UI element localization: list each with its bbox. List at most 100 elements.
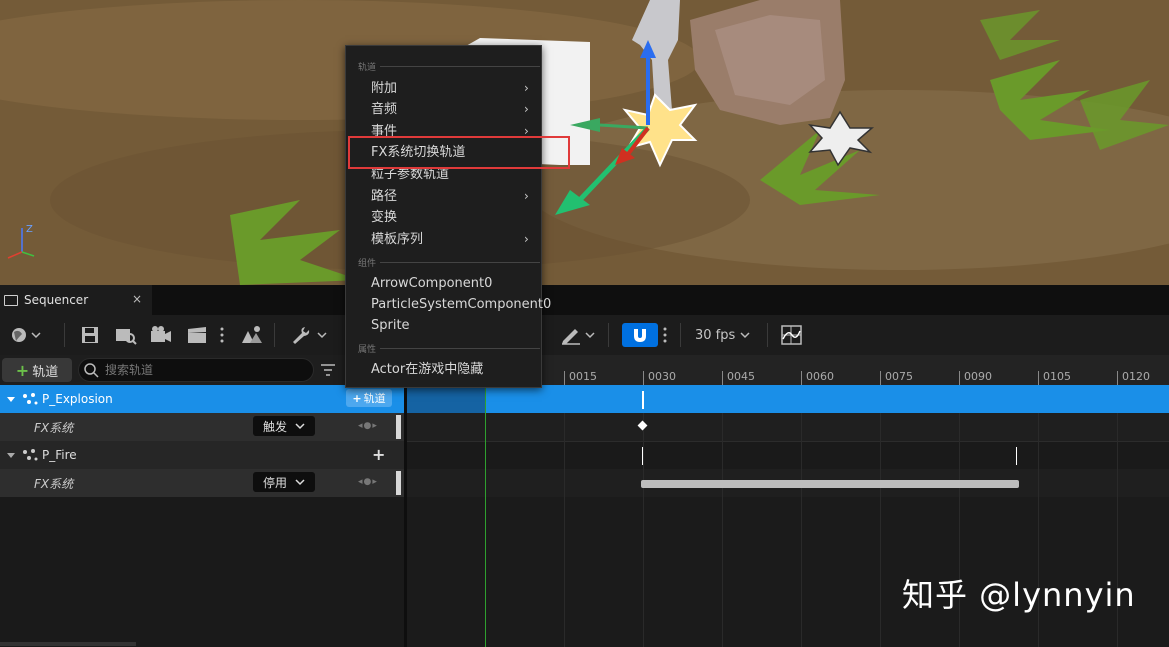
ruler-tick: 0120	[1117, 371, 1150, 385]
fps-dropdown[interactable]: 30 fps	[695, 323, 755, 347]
plus-icon: +	[352, 391, 362, 405]
menu-section-header: 属性	[358, 342, 540, 355]
camera-icon	[151, 326, 171, 342]
playback-start-marker[interactable]	[485, 385, 486, 647]
track-name: P_Fire	[42, 448, 77, 462]
key-edit-button[interactable]	[560, 323, 598, 347]
fx-track-lane[interactable]	[407, 413, 1169, 441]
snap-toggle-button[interactable]	[622, 323, 658, 347]
track-color-bar	[396, 471, 401, 495]
menu-item-event[interactable]: 事件	[371, 122, 397, 136]
sequencer-toolbar: 30 fps	[0, 315, 1169, 355]
track-color-bar	[396, 415, 401, 439]
snap-options-button[interactable]	[662, 323, 668, 347]
add-track-label: 轨道	[32, 364, 59, 380]
axis-z-label: Z	[26, 224, 33, 235]
menu-item-arrow-component[interactable]: ArrowComponent0	[371, 274, 492, 294]
plus-icon: +	[15, 360, 30, 380]
chevron-right-icon: ›	[524, 81, 529, 95]
pre-roll-region	[407, 385, 485, 413]
chevron-right-icon: ›	[524, 102, 529, 116]
sequencer-tab-title: Sequencer	[24, 293, 89, 307]
menu-item-attach[interactable]: 附加	[371, 79, 397, 99]
menu-item-audio[interactable]: 音频	[371, 100, 397, 120]
state-dropdown[interactable]: 停用	[253, 472, 315, 492]
wrench-icon	[293, 327, 327, 344]
track-name: P_Explosion	[42, 392, 113, 406]
ruler-tick: 0105	[1038, 371, 1071, 385]
collapse-arrow-icon[interactable]	[4, 448, 18, 462]
menu-item-path[interactable]: 路径	[371, 187, 397, 207]
menu-item-actor-hidden-in-game[interactable]: Actor在游戏中隐藏	[371, 360, 483, 380]
save-button[interactable]	[80, 323, 100, 347]
trigger-dropdown[interactable]: 触发	[253, 416, 315, 436]
add-track-context-menu: 轨道 附加 › 音频 › 事件 › FX系统切换轨道 粒子参数轨道 路径 › 变…	[345, 45, 570, 388]
ruler-tick: 0090	[959, 371, 992, 385]
scene-render: Z	[0, 0, 1169, 285]
section-marker	[1016, 447, 1017, 465]
menu-section-header: 轨道	[358, 60, 540, 73]
add-subtrack-button[interactable]: + 轨道	[346, 389, 392, 407]
close-icon[interactable]: ×	[132, 292, 142, 306]
track-search-box[interactable]	[78, 358, 314, 382]
chevron-down-icon	[295, 479, 305, 486]
track-name: FX系统	[34, 476, 74, 491]
chevron-down-icon	[295, 423, 305, 430]
camera-button[interactable]	[150, 323, 172, 347]
particle-system-icon	[23, 393, 38, 405]
add-subtrack-label: 轨道	[363, 392, 386, 405]
level-viewport[interactable]: Z	[0, 0, 1169, 285]
menu-item-particle-parameter-track[interactable]: 粒子参数轨道	[371, 169, 449, 181]
menu-item-particle-system-component[interactable]: ParticleSystemComponent0	[371, 295, 551, 315]
ruler-tick: 0015	[564, 371, 597, 385]
outliner-header: + 轨道	[0, 355, 404, 385]
key-navigation-icon[interactable]: ◂●▸	[358, 477, 378, 487]
search-icon	[84, 363, 99, 378]
selected-track-lane[interactable]	[485, 385, 1169, 413]
filter-button[interactable]	[320, 362, 336, 382]
menu-item-transform[interactable]: 变换	[371, 208, 397, 228]
menu-item-sprite[interactable]: Sprite	[371, 316, 410, 336]
tools-button[interactable]	[290, 323, 330, 347]
save-icon	[82, 327, 98, 343]
key-navigation-icon[interactable]: ◂●▸	[358, 421, 378, 431]
chevron-down-icon	[740, 332, 750, 339]
track-row-p-explosion[interactable]: P_Explosion + 轨道	[0, 385, 404, 413]
watermark: 知乎 @lynnyin	[902, 576, 1136, 614]
sequencer-tab[interactable]: Sequencer ×	[0, 285, 152, 315]
world-menu-button[interactable]	[10, 323, 42, 347]
track-row-fx-system[interactable]: FX系统 触发 ◂●▸	[0, 413, 404, 441]
menu-item-template-sequence[interactable]: 模板序列	[371, 230, 423, 250]
curve-editor-button[interactable]	[781, 323, 803, 347]
ruler-tick: 0075	[880, 371, 913, 385]
render-movie-button[interactable]	[186, 323, 208, 347]
menu-section-header: 组件	[358, 256, 540, 269]
track-row-p-fire[interactable]: P_Fire +	[0, 441, 404, 469]
ruler-tick: 0060	[801, 371, 834, 385]
more-vertical-icon	[220, 327, 224, 343]
plus-icon[interactable]: +	[372, 445, 385, 464]
dropdown-value: 停用	[263, 475, 288, 490]
track-row-fx-system[interactable]: FX系统 停用 ◂●▸	[0, 469, 404, 497]
track-name: FX系统	[34, 420, 74, 435]
pencil-icon	[562, 329, 595, 345]
sequencer-tab-bar: Sequencer ×	[0, 285, 1169, 315]
ruler-tick: 0045	[722, 371, 755, 385]
fire-track-lane[interactable]	[407, 441, 1169, 470]
fx-section-bar[interactable]	[641, 480, 1019, 488]
find-in-browser-button[interactable]	[115, 323, 137, 347]
add-track-button[interactable]: + 轨道	[2, 358, 72, 382]
folder-search-icon	[116, 329, 137, 345]
horizontal-scrollbar[interactable]	[0, 642, 136, 646]
collapse-arrow-icon[interactable]	[4, 392, 18, 406]
clapperboard-icon	[4, 294, 18, 306]
clapperboard-icon	[188, 327, 206, 343]
search-input[interactable]	[103, 362, 307, 378]
chevron-right-icon: ›	[524, 232, 529, 246]
more-options-button[interactable]	[219, 323, 225, 347]
more-vertical-icon	[663, 327, 667, 343]
actors-button[interactable]	[240, 323, 264, 347]
filter-icon	[321, 364, 335, 376]
highlight-box	[348, 136, 570, 169]
ruler-tick: 0030	[643, 371, 676, 385]
